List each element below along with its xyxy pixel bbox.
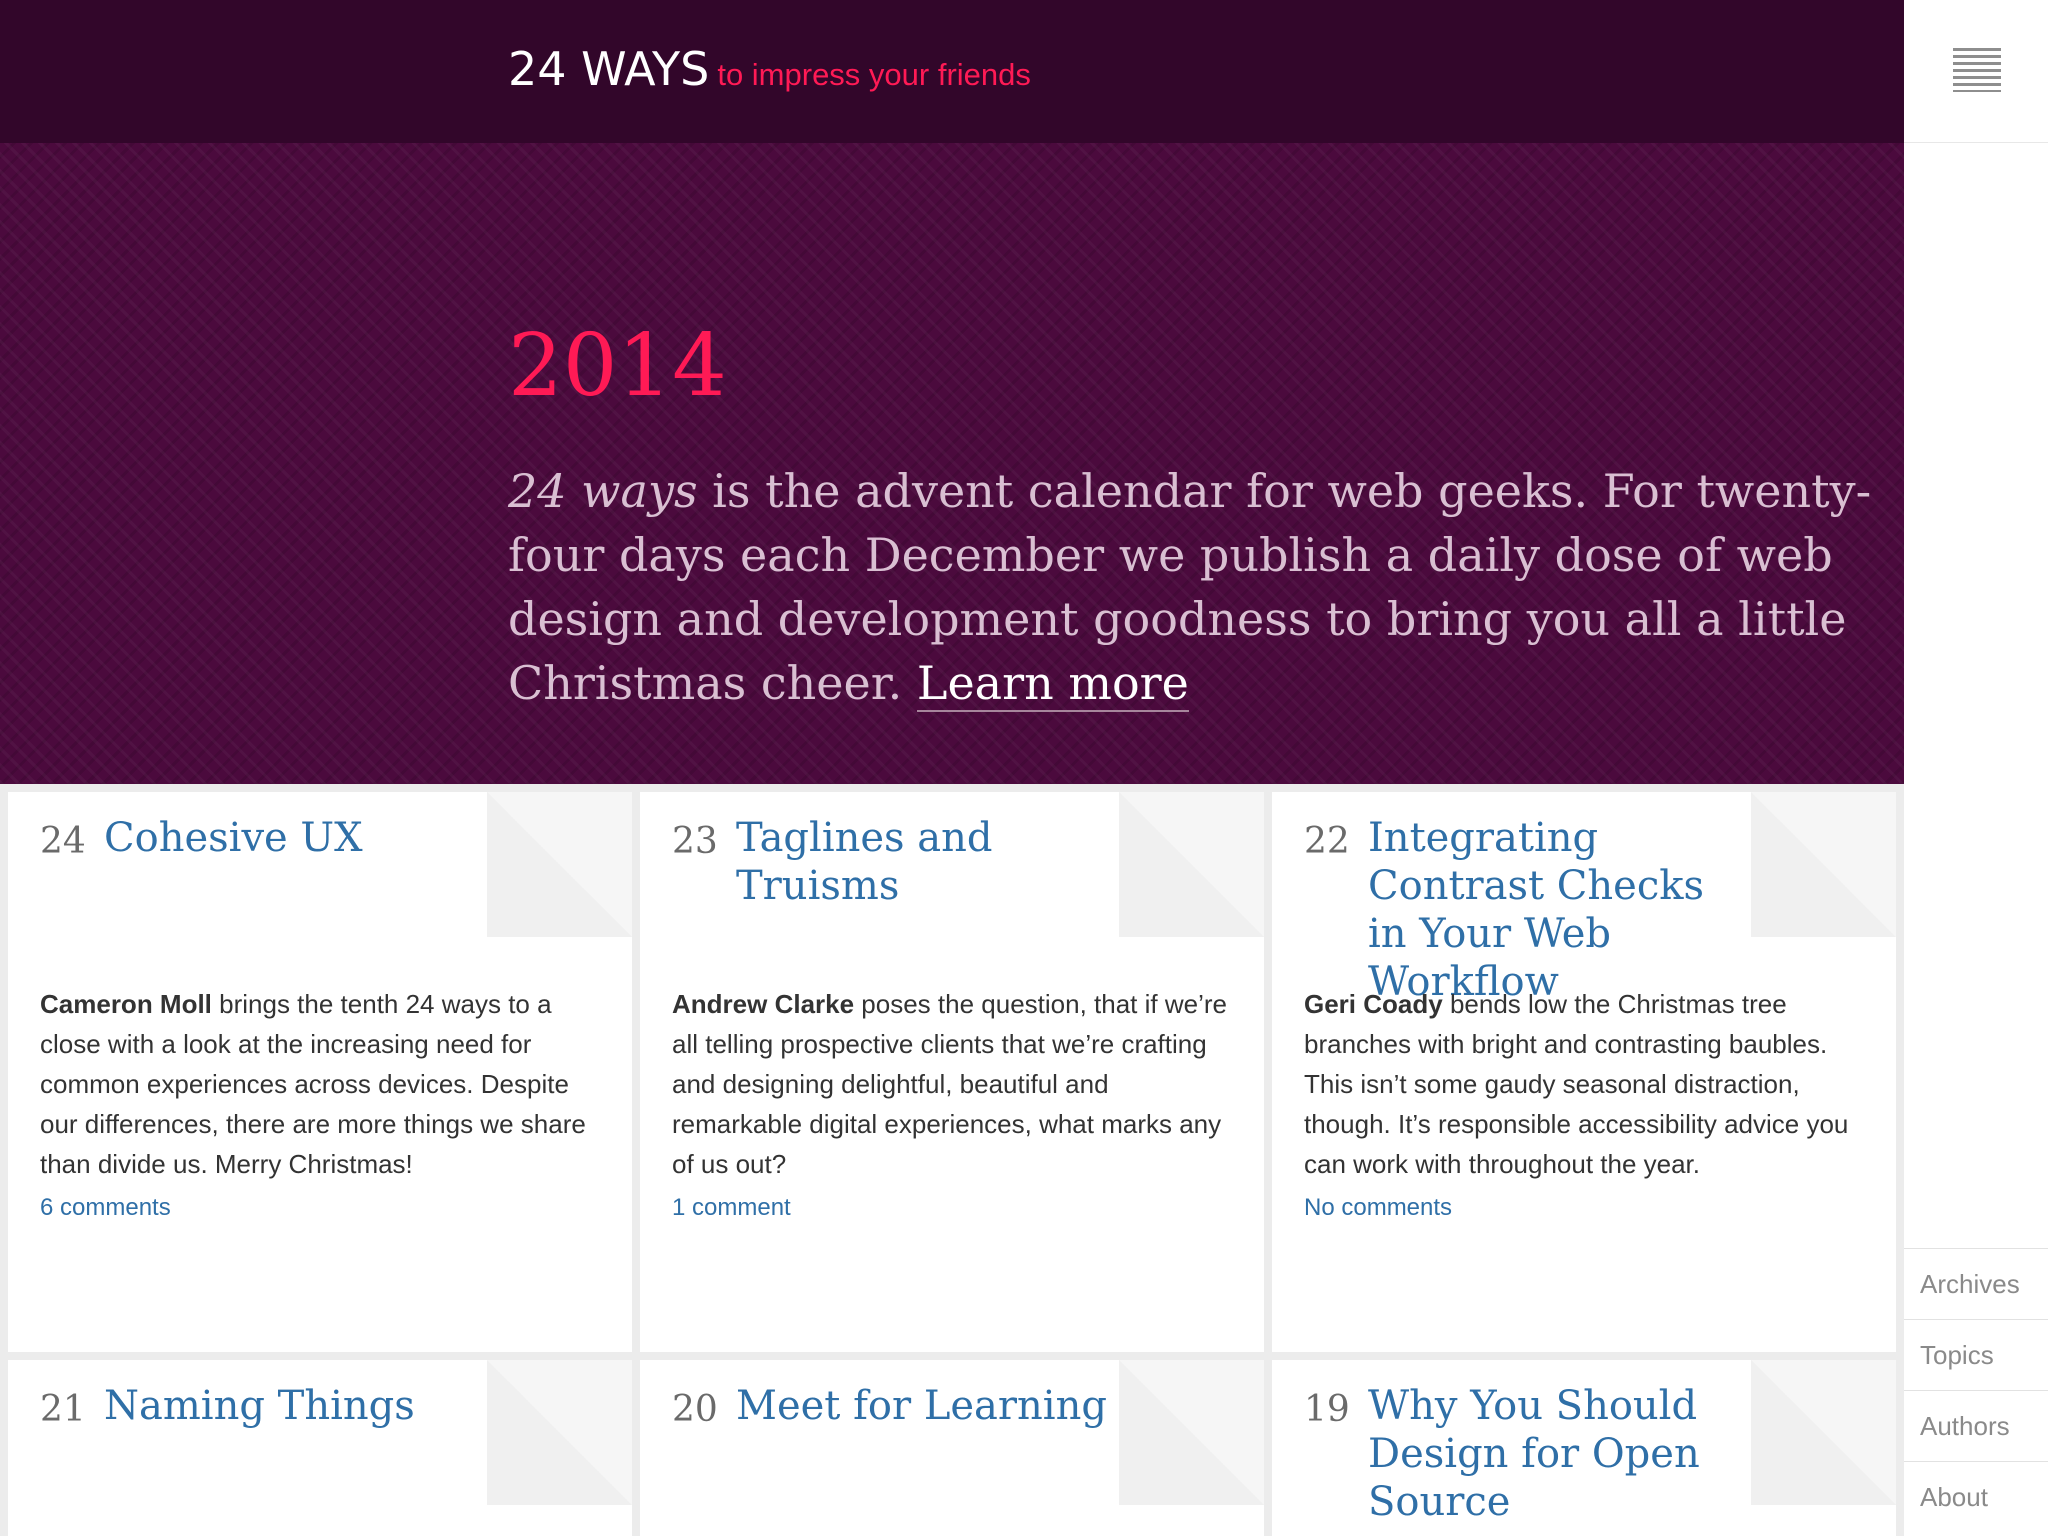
hero-banner: 2014 24 ways is the advent calendar for … [0,143,1904,784]
article-day-number: 24 [40,821,86,862]
intro-text: 24 ways is the advent calendar for web g… [508,459,1888,715]
card-corner-shade [487,1360,632,1505]
article-author: Andrew Clarke [672,989,855,1019]
article-day-number: 21 [40,1389,86,1430]
article-summary: Geri Coady bends low the Christmas tree … [1304,984,1864,1184]
card-corner-shade [1751,1360,1896,1505]
article-card: 19 Why You Should Design for Open Source [1272,1360,1896,1536]
site-logo[interactable]: 24 WAYS to impress your friends [508,42,1031,96]
article-day-number: 23 [672,821,718,862]
sidebar-item-archives[interactable]: Archives [1904,1248,2048,1319]
sidebar-nav: Archives Topics Authors About [1904,1248,2048,1532]
menu-button[interactable] [1904,0,2048,143]
article-day-number: 22 [1304,821,1350,862]
article-title-link[interactable]: Why You Should Design for Open Source [1368,1382,1746,1526]
comments-link[interactable]: 1 comment [672,1194,791,1222]
card-corner-shade [1119,792,1264,937]
article-header: 20 Meet for Learning [672,1382,1114,1434]
card-corner-shade [1751,792,1896,937]
article-title-link[interactable]: Naming Things [104,1382,415,1430]
learn-more-link[interactable]: Learn more [916,656,1189,712]
article-author: Geri Coady [1304,989,1443,1019]
logo-tagline: to impress your friends [717,57,1031,92]
article-card: 22 Integrating Contrast Checks in Your W… [1272,792,1896,1352]
article-title-link[interactable]: Taglines and Truisms [736,814,1114,910]
comments-link[interactable]: No comments [1304,1194,1452,1222]
article-header: 19 Why You Should Design for Open Source [1304,1382,1746,1526]
article-header: 22 Integrating Contrast Checks in Your W… [1304,814,1746,1006]
article-header: 21 Naming Things [40,1382,482,1434]
site-header: 24 WAYS to impress your friends [0,0,1904,143]
sidebar: Archives Topics Authors About [1904,0,2048,1536]
logo-title[interactable]: 24 WAYS [508,42,709,96]
article-title-link[interactable]: Meet for Learning [736,1382,1107,1430]
article-day-number: 20 [672,1389,718,1430]
comments-link[interactable]: 6 comments [40,1194,171,1222]
article-card: 20 Meet for Learning [640,1360,1264,1536]
article-card: 23 Taglines and Truisms Andrew Clarke po… [640,792,1264,1352]
article-card: 21 Naming Things [8,1360,632,1536]
intro-body: is the advent calendar for web geeks. Fo… [508,464,1872,710]
year-heading: 2014 [508,316,727,416]
sidebar-item-authors[interactable]: Authors [1904,1390,2048,1461]
card-corner-shade [1119,1360,1264,1505]
article-title-link[interactable]: Integrating Contrast Checks in Your Web … [1368,814,1746,1006]
sidebar-item-about[interactable]: About [1904,1461,2048,1532]
article-summary: Cameron Moll brings the tenth 24 ways to… [40,984,600,1184]
card-corner-shade [487,792,632,937]
hamburger-menu-icon[interactable] [1953,48,2001,92]
article-summary: Andrew Clarke poses the question, that i… [672,984,1232,1184]
intro-site-name: 24 ways [508,464,698,518]
article-header: 24 Cohesive UX [40,814,482,866]
sidebar-item-topics[interactable]: Topics [1904,1319,2048,1390]
article-card: 24 Cohesive UX Cameron Moll brings the t… [8,792,632,1352]
article-header: 23 Taglines and Truisms [672,814,1114,910]
article-title-link[interactable]: Cohesive UX [104,814,363,862]
article-author: Cameron Moll [40,989,212,1019]
article-day-number: 19 [1304,1389,1350,1430]
